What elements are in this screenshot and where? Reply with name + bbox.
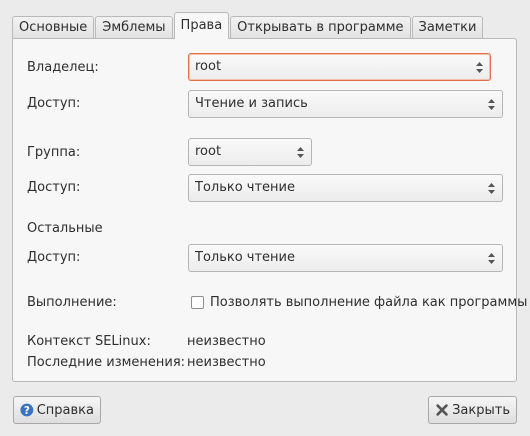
group-combo[interactable]: root — [188, 138, 312, 166]
owner-access-value: Чтение и запись — [195, 96, 308, 111]
modified-value: неизвестно — [187, 355, 266, 370]
owner-label: Владелец: — [27, 60, 99, 75]
others-access-value: Только чтение — [195, 250, 296, 265]
modified-label: Последние изменения: — [27, 355, 186, 370]
execute-checkbox[interactable] — [191, 296, 204, 309]
tab-permissions[interactable]: Права — [173, 12, 230, 39]
help-button-label: Справка — [36, 402, 94, 418]
others-access-combo[interactable]: Только чтение — [188, 244, 503, 272]
spin-arrows-icon — [488, 99, 495, 110]
owner-combo[interactable]: root — [188, 53, 491, 81]
execute-label: Выполнение: — [27, 295, 117, 310]
close-button-label: Закрыть — [452, 402, 510, 418]
others-access-label: Доступ: — [27, 250, 81, 265]
spin-arrows-icon — [297, 147, 304, 158]
svg-text:?: ? — [24, 405, 30, 417]
group-access-label: Доступ: — [27, 180, 81, 195]
group-access-value: Только чтение — [195, 180, 296, 195]
owner-access-label: Доступ: — [27, 96, 81, 111]
spin-arrows-icon — [488, 253, 495, 264]
tab-emblems[interactable]: Эмблемы — [95, 16, 173, 38]
execute-checkbox-label[interactable]: Позволять выполнение файла как программы — [210, 295, 527, 310]
owner-access-combo[interactable]: Чтение и запись — [188, 90, 503, 118]
tab-open-with[interactable]: Открывать в программе — [230, 16, 411, 38]
selinux-label: Контекст SELinux: — [27, 334, 151, 349]
others-heading: Остальные — [27, 221, 103, 236]
close-icon — [436, 404, 448, 416]
owner-value: root — [195, 59, 222, 74]
group-value: root — [195, 144, 222, 159]
group-label: Группа: — [27, 145, 81, 160]
help-icon: ? — [20, 403, 34, 417]
spin-arrows-icon — [488, 183, 495, 194]
selinux-value: неизвестно — [187, 334, 266, 349]
help-button[interactable]: ? Справка — [13, 396, 101, 424]
group-access-combo[interactable]: Только чтение — [188, 174, 503, 202]
tab-notes[interactable]: Заметки — [411, 16, 484, 38]
tab-basic[interactable]: Основные — [12, 16, 95, 38]
permissions-panel: Владелец: root Доступ: Чтение и запись Г… — [12, 38, 527, 382]
close-button[interactable]: Закрыть — [428, 396, 517, 424]
spin-arrows-icon — [476, 62, 483, 73]
tab-bar: Основные Эмблемы Права Открывать в прогр… — [12, 12, 484, 39]
